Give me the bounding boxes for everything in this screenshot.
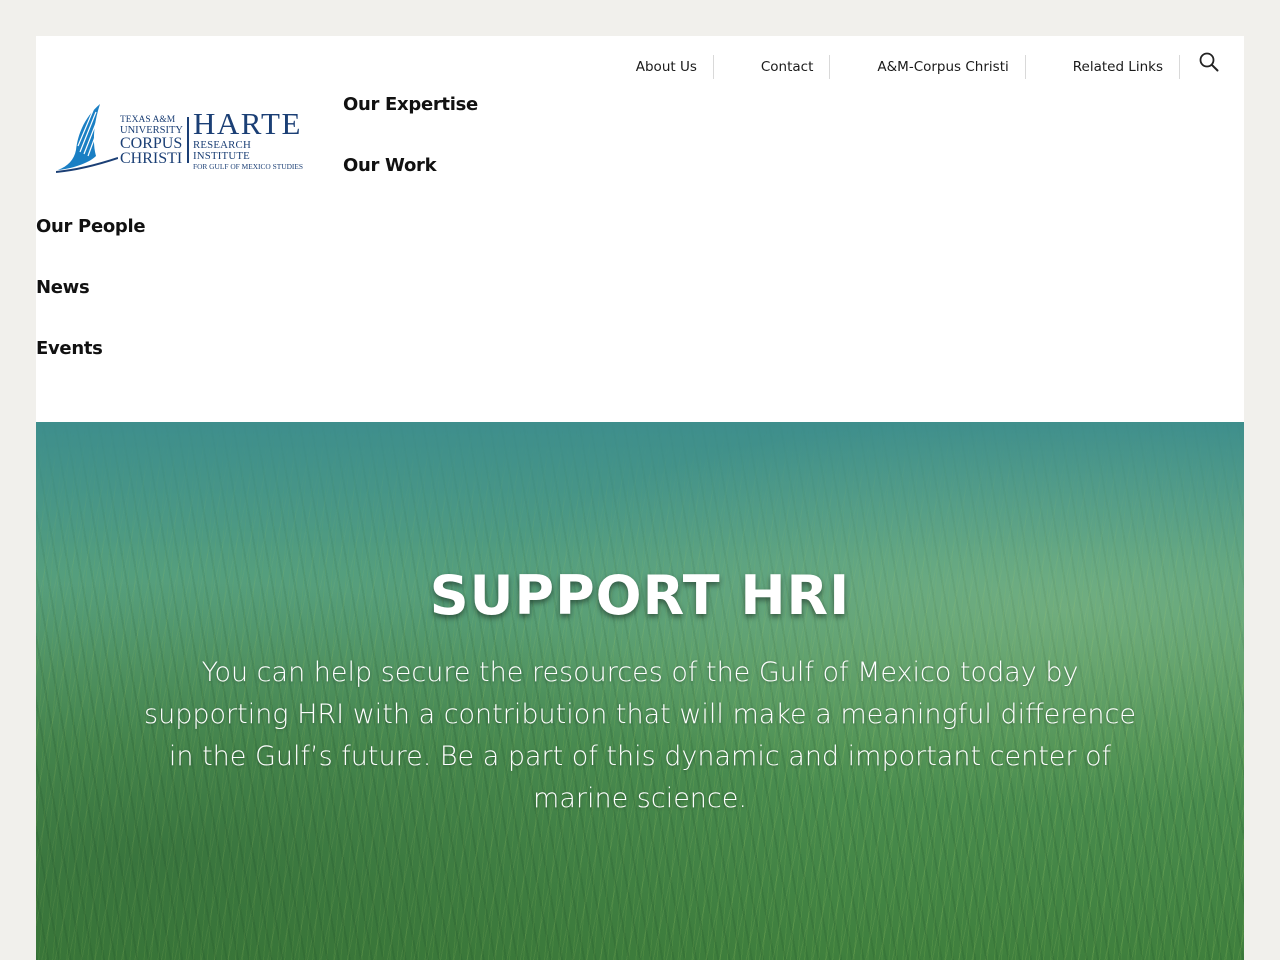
logo-divider bbox=[187, 117, 189, 163]
university-wordmark: TEXAS A&M UNIVERSITY CORPUS CHRISTI bbox=[120, 110, 183, 170]
sail-mark-icon bbox=[55, 102, 119, 179]
university-line-1: TEXAS A&M bbox=[120, 114, 176, 125]
main-nav-our-work[interactable]: Our Work bbox=[343, 155, 437, 176]
utility-link-about-us[interactable]: About Us bbox=[620, 53, 713, 81]
university-line-3: CORPUS bbox=[120, 134, 183, 152]
institute-line-3: FOR GULF OF MEXICO STUDIES bbox=[192, 161, 304, 171]
utility-divider bbox=[1179, 55, 1180, 79]
main-nav-our-expertise[interactable]: Our Expertise bbox=[343, 94, 478, 115]
page-container: About Us Contact A&M-Corpus Christi Rela… bbox=[36, 36, 1244, 960]
utility-link-am-corpus-christi[interactable]: A&M-Corpus Christi bbox=[830, 53, 1024, 81]
utility-link-related-links[interactable]: Related Links bbox=[1026, 53, 1179, 81]
university-line-2: UNIVERSITY bbox=[120, 124, 183, 136]
utility-link-contact[interactable]: Contact bbox=[714, 53, 830, 81]
hero-description: You can help secure the resources of the… bbox=[144, 657, 1136, 814]
institute-name: HARTE bbox=[192, 105, 302, 141]
main-nav-our-people[interactable]: Our People bbox=[36, 216, 146, 237]
utility-nav: About Us Contact A&M-Corpus Christi Rela… bbox=[620, 51, 1220, 81]
institute-line-2: RESEARCH INSTITUTE bbox=[192, 138, 251, 162]
hero-banner: SUPPORT HRI You can help secure the reso… bbox=[36, 422, 1244, 960]
university-line-4: CHRISTI bbox=[120, 149, 183, 167]
search-icon[interactable] bbox=[1198, 51, 1220, 73]
main-nav-news[interactable]: News bbox=[36, 277, 90, 298]
hero-title: SUPPORT HRI bbox=[429, 564, 851, 627]
site-logo[interactable]: TEXAS A&M UNIVERSITY CORPUS CHRISTI HART… bbox=[55, 102, 308, 179]
institute-wordmark: HARTE RESEARCH INSTITUTE FOR GULF OF MEX… bbox=[192, 105, 308, 171]
main-nav-events[interactable]: Events bbox=[36, 338, 103, 359]
